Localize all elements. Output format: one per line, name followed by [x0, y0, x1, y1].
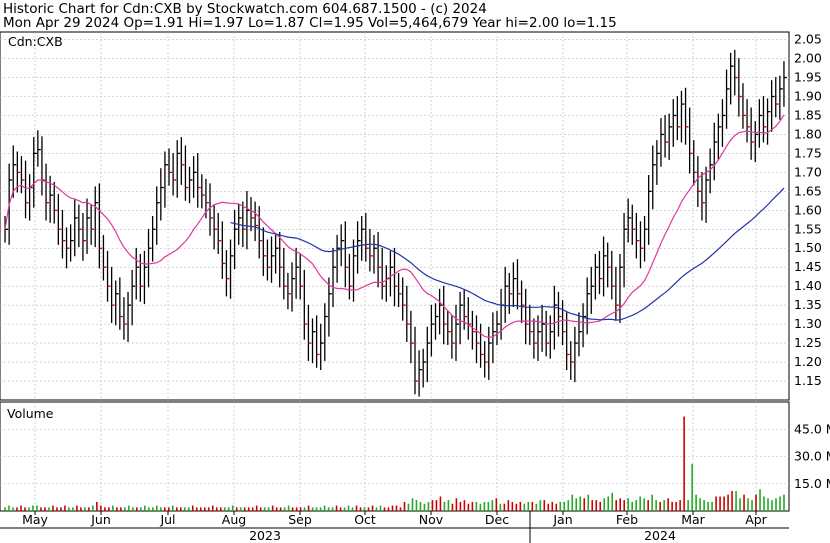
month-label: Mar — [681, 512, 705, 527]
price-axis-labels: 2.05 2.00 1.95 1.90 1.85 1.80 1.75 1.70 1.65 1.60… — [794, 32, 822, 388]
price-tick-label: 1.85 — [794, 107, 822, 122]
month-label: Apr — [745, 512, 767, 527]
price-tick-label: 1.75 — [794, 145, 822, 160]
month-label: Nov — [419, 512, 444, 527]
volume-label: Volume — [7, 406, 54, 421]
price-tick-label: 1.25 — [794, 335, 822, 350]
price-tick-label: 2.00 — [794, 51, 822, 66]
price-panel-frame — [0, 31, 790, 401]
month-axis-labels: May Jun Jul Aug Sep Oct Nov Dec Jan Feb Mar Apr — [22, 512, 768, 527]
month-label: Oct — [354, 512, 376, 527]
month-label: Dec — [485, 512, 509, 527]
year-axis-labels: 2023 2024 — [0, 511, 789, 543]
price-tick-label: 1.50 — [794, 240, 822, 255]
volume-axis-labels: 45.0 M 30.0 M 15.0 M — [794, 421, 830, 491]
price-tick-label: 2.05 — [794, 32, 822, 47]
price-tick-label: 1.65 — [794, 183, 822, 198]
volume-panel-frame — [0, 401, 790, 512]
stock-chart: 2.05 2.00 1.95 1.90 1.85 1.80 1.75 1.70 1.65 1.60… — [0, 31, 830, 543]
month-label: May — [22, 512, 48, 527]
price-tick-label: 1.20 — [794, 354, 822, 369]
year-label-2024: 2024 — [644, 528, 676, 543]
month-label: Feb — [616, 512, 638, 527]
price-tick-label: 1.35 — [794, 297, 822, 312]
price-tick-label: 1.55 — [794, 221, 822, 236]
month-label: Aug — [222, 512, 246, 527]
month-label: Jan — [552, 512, 572, 527]
month-label: Jun — [90, 512, 111, 527]
price-tick-label: 1.45 — [794, 259, 822, 274]
price-tick-label: 1.15 — [794, 373, 822, 388]
month-label: Jul — [159, 512, 175, 527]
volume-tick-label: 30.0 M — [794, 449, 830, 464]
year-label-2023: 2023 — [249, 528, 281, 543]
price-tick-label: 1.80 — [794, 126, 822, 141]
volume-tick-label: 15.0 M — [794, 476, 830, 491]
volume-tick-label: 45.0 M — [794, 421, 830, 436]
price-tick-label: 1.90 — [794, 88, 822, 103]
price-tick-label: 1.40 — [794, 278, 822, 293]
symbol-label: Cdn:CXB — [8, 34, 63, 49]
price-tick-label: 1.30 — [794, 316, 822, 331]
price-tick-label: 1.60 — [794, 202, 822, 217]
price-tick-label: 1.95 — [794, 70, 822, 85]
price-tick-label: 1.70 — [794, 164, 822, 179]
month-label: Sep — [288, 512, 312, 527]
